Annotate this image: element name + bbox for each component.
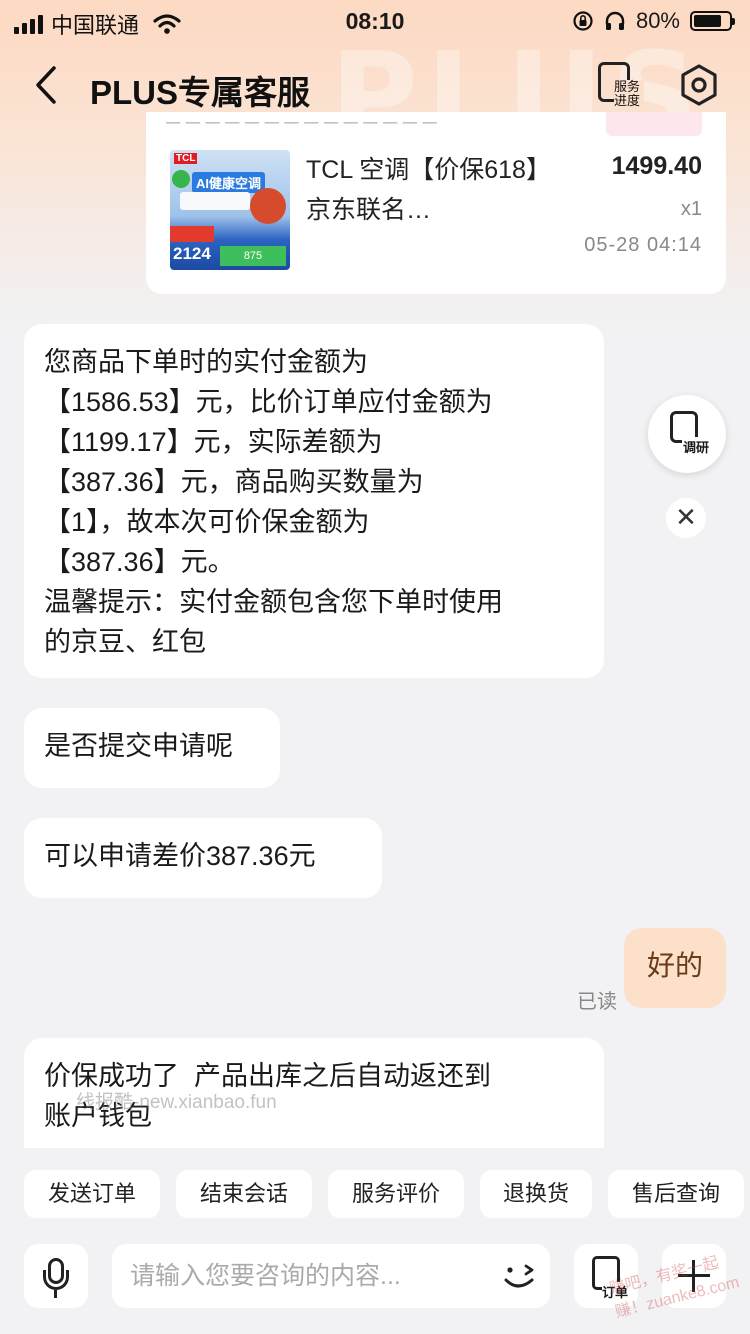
- service-progress-button[interactable]: 服务 进度: [596, 60, 646, 114]
- service-progress-label: 服务 进度: [614, 80, 644, 108]
- order-time: 05-28 04:14: [584, 234, 702, 256]
- card-clipped-header: ─ ─ ─ ─ ─ ─ ─ ─ ─ ─ ─ ─ ─ ─: [166, 112, 437, 134]
- back-arrow-icon[interactable]: [30, 62, 70, 108]
- microphone-stem: [54, 1290, 57, 1298]
- quick-action-end-session[interactable]: 结束会话: [176, 1170, 312, 1218]
- product-thumbnail: TCL AI健康空调 2124 875: [170, 150, 290, 270]
- endorser-image: [250, 188, 286, 224]
- survey-label: 调研: [682, 437, 711, 456]
- air-conditioner-image: [180, 192, 250, 210]
- order-status-tag: [606, 112, 702, 136]
- page-title: PLUS专属客服: [90, 74, 311, 111]
- message-text: 是否提交申请呢: [44, 731, 233, 761]
- quick-action-return-exchange[interactable]: 退换货: [480, 1170, 592, 1218]
- emoji-icon[interactable]: [500, 1260, 540, 1294]
- message-text: 可以申请差价387.36元: [44, 841, 316, 871]
- product-title: TCL 空调【价保618】京东联名…: [306, 156, 551, 224]
- message-text: 您商品下单时的实付金额为 【1586.53】元，比价订单应付金额为 【1199.…: [44, 347, 503, 657]
- battery-percent: 80%: [635, 8, 680, 33]
- product-quantity: x1: [680, 198, 702, 220]
- agent-message-bubble: 是否提交申请呢: [24, 708, 280, 788]
- quick-action-send-order[interactable]: 发送订单: [24, 1170, 160, 1218]
- thumb-promo-band: [170, 226, 214, 242]
- quick-action-bar: 发送订单 结束会话 服务评价 退换货 售后查询: [0, 1148, 750, 1234]
- message-text: 好的: [646, 950, 703, 981]
- agent-message-bubble: 您商品下单时的实付金额为 【1586.53】元，比价订单应付金额为 【1199.…: [24, 324, 604, 678]
- status-bar: 中国联通 08:10 80%: [0, 0, 750, 42]
- thumb-price: 2124: [173, 244, 211, 263]
- quick-action-after-sales[interactable]: 售后查询: [608, 1170, 744, 1218]
- battery-level: [694, 15, 722, 27]
- settings-icon[interactable]: [676, 62, 722, 108]
- microphone-arc: [43, 1270, 69, 1290]
- agent-message-bubble: 可以申请差价387.36元: [24, 818, 382, 898]
- thumb-brand: TCL: [174, 153, 198, 164]
- thumb-headline: AI健康空调: [192, 172, 266, 193]
- thumb-badge: [172, 170, 190, 188]
- message-input[interactable]: [112, 1244, 550, 1308]
- battery-icon: [690, 11, 735, 31]
- product-price: 1499.40: [611, 152, 702, 180]
- read-receipt: 已读: [577, 991, 617, 1013]
- site-watermark: 线报酷-new.xianbao.fun: [76, 1092, 277, 1113]
- user-message-bubble: 好的: [624, 928, 726, 1008]
- product-order-card[interactable]: ─ ─ ─ ─ ─ ─ ─ ─ ─ ─ ─ ─ ─ ─ TCL AI健康空调 2…: [146, 112, 726, 294]
- headphones-icon: [605, 11, 625, 30]
- close-icon[interactable]: ✕: [666, 498, 706, 538]
- voice-input-button[interactable]: [24, 1244, 88, 1308]
- survey-button[interactable]: 调研: [648, 395, 726, 473]
- quick-action-rate-service[interactable]: 服务评价: [328, 1170, 464, 1218]
- thumb-strip: 875: [220, 246, 286, 266]
- orientation-lock-icon: [573, 11, 593, 31]
